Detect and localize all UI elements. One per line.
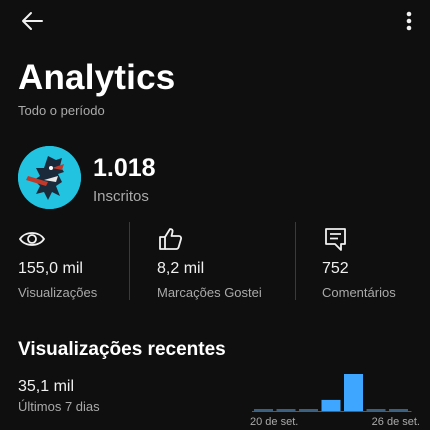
likes-value: 8,2 mil [157, 260, 205, 277]
subscribers-count: 1.018 [93, 154, 156, 182]
arrow-left-icon [22, 12, 43, 30]
chart-bar [254, 409, 273, 411]
divider [295, 222, 296, 300]
recent-views-chart[interactable]: 20 de set. 26 de set. [250, 366, 420, 430]
recent-views-value: 35,1 mil [18, 378, 75, 395]
stat-comments[interactable]: 752 Comentários [322, 222, 422, 312]
comment-icon [325, 228, 346, 251]
likes-label: Marcações Gostei [157, 285, 262, 300]
top-bar [0, 0, 430, 44]
chart-bar [321, 399, 341, 411]
more-options-button[interactable] [402, 8, 416, 34]
stat-likes[interactable]: 8,2 mil Marcações Gostei [157, 222, 287, 312]
recent-views-period: Últimos 7 dias [18, 399, 100, 414]
back-button[interactable] [18, 8, 46, 34]
recent-views-chart-svg: 20 de set. 26 de set. [250, 374, 420, 428]
chart-tick-label: 26 de set. [372, 416, 420, 428]
chart-bar [299, 409, 318, 411]
eye-icon [18, 232, 46, 246]
divider [129, 222, 130, 300]
stat-views[interactable]: 155,0 mil Visualizações [18, 222, 128, 312]
channel-summary: 1.018 Inscritos [18, 146, 418, 212]
thumbs-up-icon [159, 228, 183, 250]
more-vertical-icon [406, 11, 412, 31]
period-subtitle: Todo o período [18, 103, 105, 118]
chart-bar [344, 374, 363, 411]
stats-row: 155,0 mil Visualizações 8,2 mil Marcaçõe… [0, 222, 430, 312]
comments-value: 752 [322, 260, 349, 277]
chart-bar [389, 409, 408, 411]
chart-tick-label: 20 de set. [250, 416, 298, 428]
subscribers-label: Inscritos [93, 188, 149, 205]
chart-bar [366, 409, 386, 411]
chart-bar [276, 409, 296, 411]
avatar-image [18, 146, 81, 209]
views-value: 155,0 mil [18, 260, 83, 277]
comments-label: Comentários [322, 285, 396, 300]
avatar[interactable] [18, 146, 81, 209]
recent-views-title: Visualizações recentes [18, 339, 226, 360]
views-label: Visualizações [18, 285, 98, 300]
page-title: Analytics [18, 58, 176, 97]
